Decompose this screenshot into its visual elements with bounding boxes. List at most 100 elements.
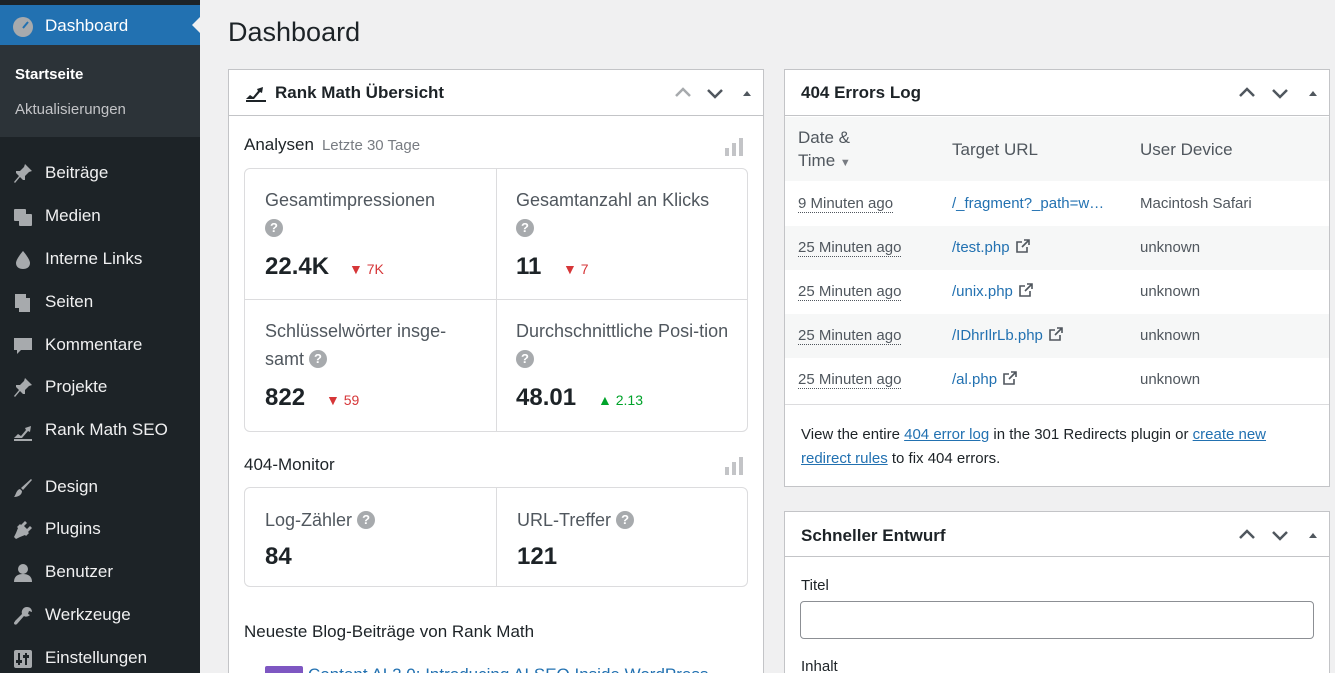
metric-label: Gesamtanzahl an Klicks? (516, 186, 731, 242)
sidebar-item-rank-math-seo[interactable]: Rank Math SEO (0, 410, 200, 450)
help-icon[interactable]: ? (309, 350, 328, 368)
user-device: unknown (1140, 327, 1201, 344)
help-icon[interactable]: ? (516, 219, 534, 237)
move-down-button[interactable] (1269, 524, 1291, 546)
blog-post-link[interactable]: Content AI 2.0: Introducing AI SEO Insid… (308, 665, 708, 673)
chevron-up-icon (1239, 87, 1255, 97)
metric-delta: ▼ 7 (563, 261, 589, 277)
external-link-icon (1019, 283, 1033, 297)
pages-icon (15, 294, 30, 312)
sidebar-item-seiten[interactable]: Seiten (0, 282, 200, 322)
sidebar-item-label: Werkzeuge (45, 605, 131, 624)
metric-label: Durchschnittliche Posi-tion ? (516, 317, 731, 373)
move-down-button[interactable] (1269, 82, 1291, 104)
help-icon[interactable]: ? (516, 350, 534, 368)
metric-value: 11 (516, 253, 542, 280)
rankmath-icon (14, 426, 32, 441)
log-time: 25 Minuten ago (798, 371, 902, 389)
toggle-panel-button[interactable] (736, 82, 758, 104)
delta-value: 59 (343, 392, 360, 408)
help-icon[interactable]: ? (357, 511, 376, 529)
dashboard-submenu: Startseite Aktualisierungen (0, 45, 200, 137)
metric-value: 822 (265, 384, 306, 411)
metric-label-text: URL-Treffer (517, 510, 612, 530)
blog-heading: Neueste Blog-Beiträge von Rank Math (244, 622, 535, 641)
help-icon[interactable]: ? (616, 511, 635, 529)
sidebar-item-werkzeuge[interactable]: Werkzeuge (0, 595, 200, 635)
move-up-button[interactable] (672, 82, 694, 104)
submenu-item-startseite[interactable]: Startseite (15, 66, 83, 83)
help-icon[interactable]: ? (265, 219, 283, 237)
caret-up-icon (1309, 533, 1317, 538)
target-url-link[interactable]: /IDhrIlrLb.php (952, 327, 1063, 344)
user-device: unknown (1140, 283, 1201, 300)
sidebar-item-interne-links[interactable]: Interne Links (0, 239, 200, 279)
target-url-link[interactable]: /unix.php (952, 283, 1033, 300)
widget-header: 404 Errors Log (785, 70, 1329, 116)
table-row: 9 Minuten ago /_fragment?_path=w… Macintos… (785, 182, 1329, 226)
sidebar-item-dashboard[interactable]: Dashboard (0, 5, 200, 45)
log-time: 25 Minuten ago (798, 283, 902, 301)
sidebar-item-plugins[interactable]: Plugins (0, 509, 200, 549)
pin-icon (14, 378, 32, 397)
log-time: 25 Minuten ago (798, 239, 902, 257)
title-input[interactable] (800, 601, 1314, 639)
caret-up-icon (1309, 91, 1317, 96)
widget-title: Schneller Entwurf (801, 526, 946, 545)
trend-down-icon: ▼ (563, 261, 577, 277)
footer-text: in the 301 Redirects plugin or (989, 426, 1193, 443)
target-url-text: /al.php (952, 371, 998, 388)
move-up-button[interactable] (1236, 524, 1258, 546)
table-row: 25 Minuten ago/unix.php unknown (785, 270, 1329, 314)
settings-icon (14, 650, 32, 668)
sort-desc-icon: ▼ (839, 157, 851, 169)
sidebar-item-design[interactable]: Design (0, 467, 200, 507)
widget-title: Rank Math Übersicht (275, 83, 445, 102)
metric-value: 48.01 (516, 384, 577, 411)
footer-text: to fix 404 errors. (887, 450, 1001, 467)
move-up-button[interactable] (1236, 82, 1258, 104)
trend-down-icon: ▼ (349, 261, 363, 277)
bar-chart-icon[interactable] (724, 137, 744, 157)
404-errors-widget: 404 Errors Log Date & Time ▼ Target URL … (784, 69, 1330, 487)
metric-value: 22.4K (265, 253, 330, 280)
user-device: unknown (1140, 371, 1201, 388)
target-url-text: /test.php (952, 239, 1010, 256)
sidebar-item-label: Medien (45, 206, 101, 225)
column-date-time[interactable]: Date & Time ▼ (798, 126, 868, 175)
target-url-text: /_fragment?_path=w… (952, 195, 1105, 212)
title-label: Titel (801, 577, 829, 594)
metric-keywords: Schlüsselwörter insge-samt ? 822 ▼ 59 (245, 300, 496, 431)
target-url-link[interactable]: /al.php (952, 371, 1017, 388)
widget-title: 404 Errors Log (801, 83, 921, 102)
metric-label-text: Durchschnittliche Posi-tion (516, 321, 729, 341)
toggle-panel-button[interactable] (1302, 524, 1324, 546)
external-link-icon (1003, 371, 1017, 385)
sidebar-item-benutzer[interactable]: Benutzer (0, 552, 200, 592)
analytics-heading-text: Analysen (244, 135, 314, 154)
toggle-panel-button[interactable] (1302, 82, 1324, 104)
sidebar-item-projekte[interactable]: Projekte (0, 367, 200, 407)
sidebar-item-label: Einstellungen (45, 648, 148, 667)
sidebar-item-label: Interne Links (45, 249, 143, 268)
metric-label: URL-Treffer ? (517, 506, 732, 534)
bar-chart-icon[interactable] (724, 456, 744, 476)
metric-label-text: Gesamtanzahl an Klicks (516, 190, 710, 210)
target-url-link[interactable]: /_fragment?_path=w… (952, 195, 1104, 212)
sidebar-item-beitraege[interactable]: Beiträge (0, 153, 200, 193)
sidebar-item-kommentare[interactable]: Kommentare (0, 325, 200, 365)
target-url-link[interactable]: /test.php (952, 239, 1030, 256)
monitor-heading: 404-Monitor (244, 455, 335, 474)
sidebar-item-einstellungen[interactable]: Einstellungen (0, 638, 200, 673)
move-down-button[interactable] (704, 82, 726, 104)
sidebar-item-medien[interactable]: Medien (0, 196, 200, 236)
analytics-heading: Analysen Letzte 30 Tage (244, 135, 420, 155)
target-url-text: /unix.php (952, 283, 1013, 300)
metric-label-text: Gesamtimpressionen (265, 190, 436, 210)
sidebar-item-label: Seiten (45, 292, 94, 311)
submenu-item-aktualisierungen[interactable]: Aktualisierungen (15, 101, 126, 118)
error-log-link[interactable]: 404 error log (904, 426, 989, 443)
wrench-icon (14, 607, 32, 625)
plugin-icon (14, 521, 32, 539)
table-row: 25 Minuten ago/test.php unknown (785, 226, 1329, 270)
